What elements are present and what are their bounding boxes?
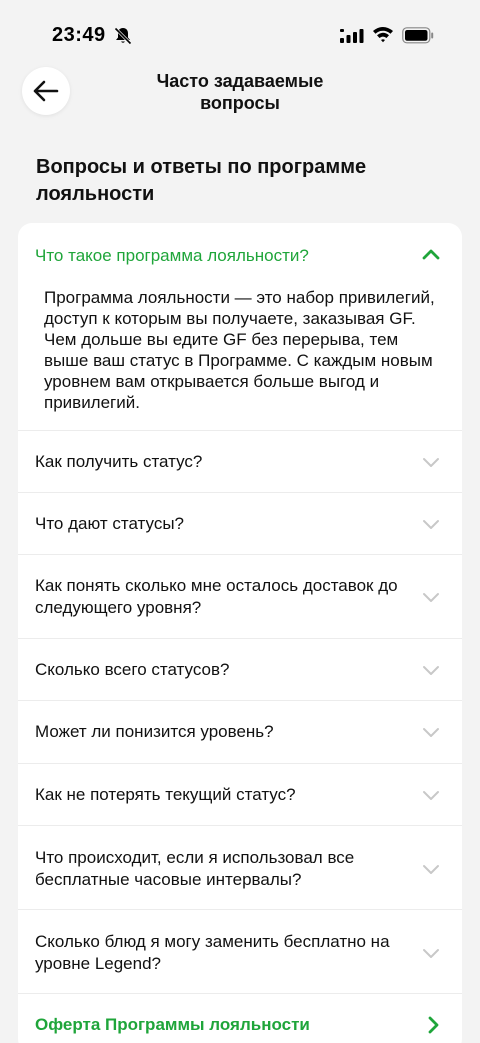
faq-item[interactable]: Может ли понизится уровень? xyxy=(18,700,462,763)
status-time: 23:49 xyxy=(52,24,106,46)
signal-icon xyxy=(340,29,364,43)
wifi-icon xyxy=(373,27,393,43)
chevron-down-icon xyxy=(423,593,439,602)
faq-item[interactable]: Сколько всего статусов? xyxy=(18,638,462,700)
faq-item[interactable]: Сколько блюд я могу заменить бесплатно н… xyxy=(18,909,462,993)
battery-icon xyxy=(402,27,434,44)
faq-card: Что такое программа лояльности? Программ… xyxy=(18,223,462,1043)
back-arrow-icon xyxy=(33,80,59,102)
faq-question: Что дают статусы? xyxy=(35,514,184,533)
faq-item[interactable]: Что дают статусы? xyxy=(18,492,462,554)
faq-item[interactable]: Как понять сколько мне осталось доставок… xyxy=(18,554,462,638)
back-button[interactable] xyxy=(22,67,70,115)
faq-item[interactable]: Как не потерять текущий статус? xyxy=(18,763,462,825)
faq-item[interactable]: Что происходит, если я использовал все б… xyxy=(18,825,462,909)
status-bar: 23:49 xyxy=(0,0,480,70)
page-title: Часто задаваемые вопросы xyxy=(156,71,324,113)
chevron-down-icon xyxy=(423,520,439,529)
offer-link[interactable]: Оферта Программы лояльности xyxy=(18,993,462,1043)
offer-link-label: Оферта Программы лояльности xyxy=(35,1015,310,1034)
chevron-down-icon xyxy=(423,458,439,467)
faq-item[interactable]: Как получить статус? xyxy=(18,430,462,492)
chevron-down-icon xyxy=(423,666,439,675)
chevron-down-icon xyxy=(423,949,439,958)
faq-question: Как не потерять текущий статус? xyxy=(35,785,296,804)
chevron-down-icon xyxy=(423,865,439,874)
faq-question: Сколько всего статусов? xyxy=(35,660,230,679)
chevron-down-icon xyxy=(423,728,439,737)
faq-question: Что происходит, если я использовал все б… xyxy=(35,848,355,889)
mute-bell-icon xyxy=(114,27,132,45)
chevron-up-icon[interactable] xyxy=(420,244,442,266)
section-title: Вопросы и ответы по программе лояльности xyxy=(36,156,367,205)
faq-question: Сколько блюд я могу заменить бесплатно н… xyxy=(35,932,390,973)
faq-answer: Программа лояльности — это набор привиле… xyxy=(44,288,435,412)
faq-question: Может ли понизится уровень? xyxy=(35,722,274,741)
chevron-right-icon xyxy=(428,1016,439,1034)
faq-question: Как понять сколько мне осталось доставок… xyxy=(35,576,398,617)
faq-question: Как получить статус? xyxy=(35,452,203,471)
faq-question-open[interactable]: Что такое программа лояльности? xyxy=(35,245,395,267)
chevron-down-icon xyxy=(423,791,439,800)
